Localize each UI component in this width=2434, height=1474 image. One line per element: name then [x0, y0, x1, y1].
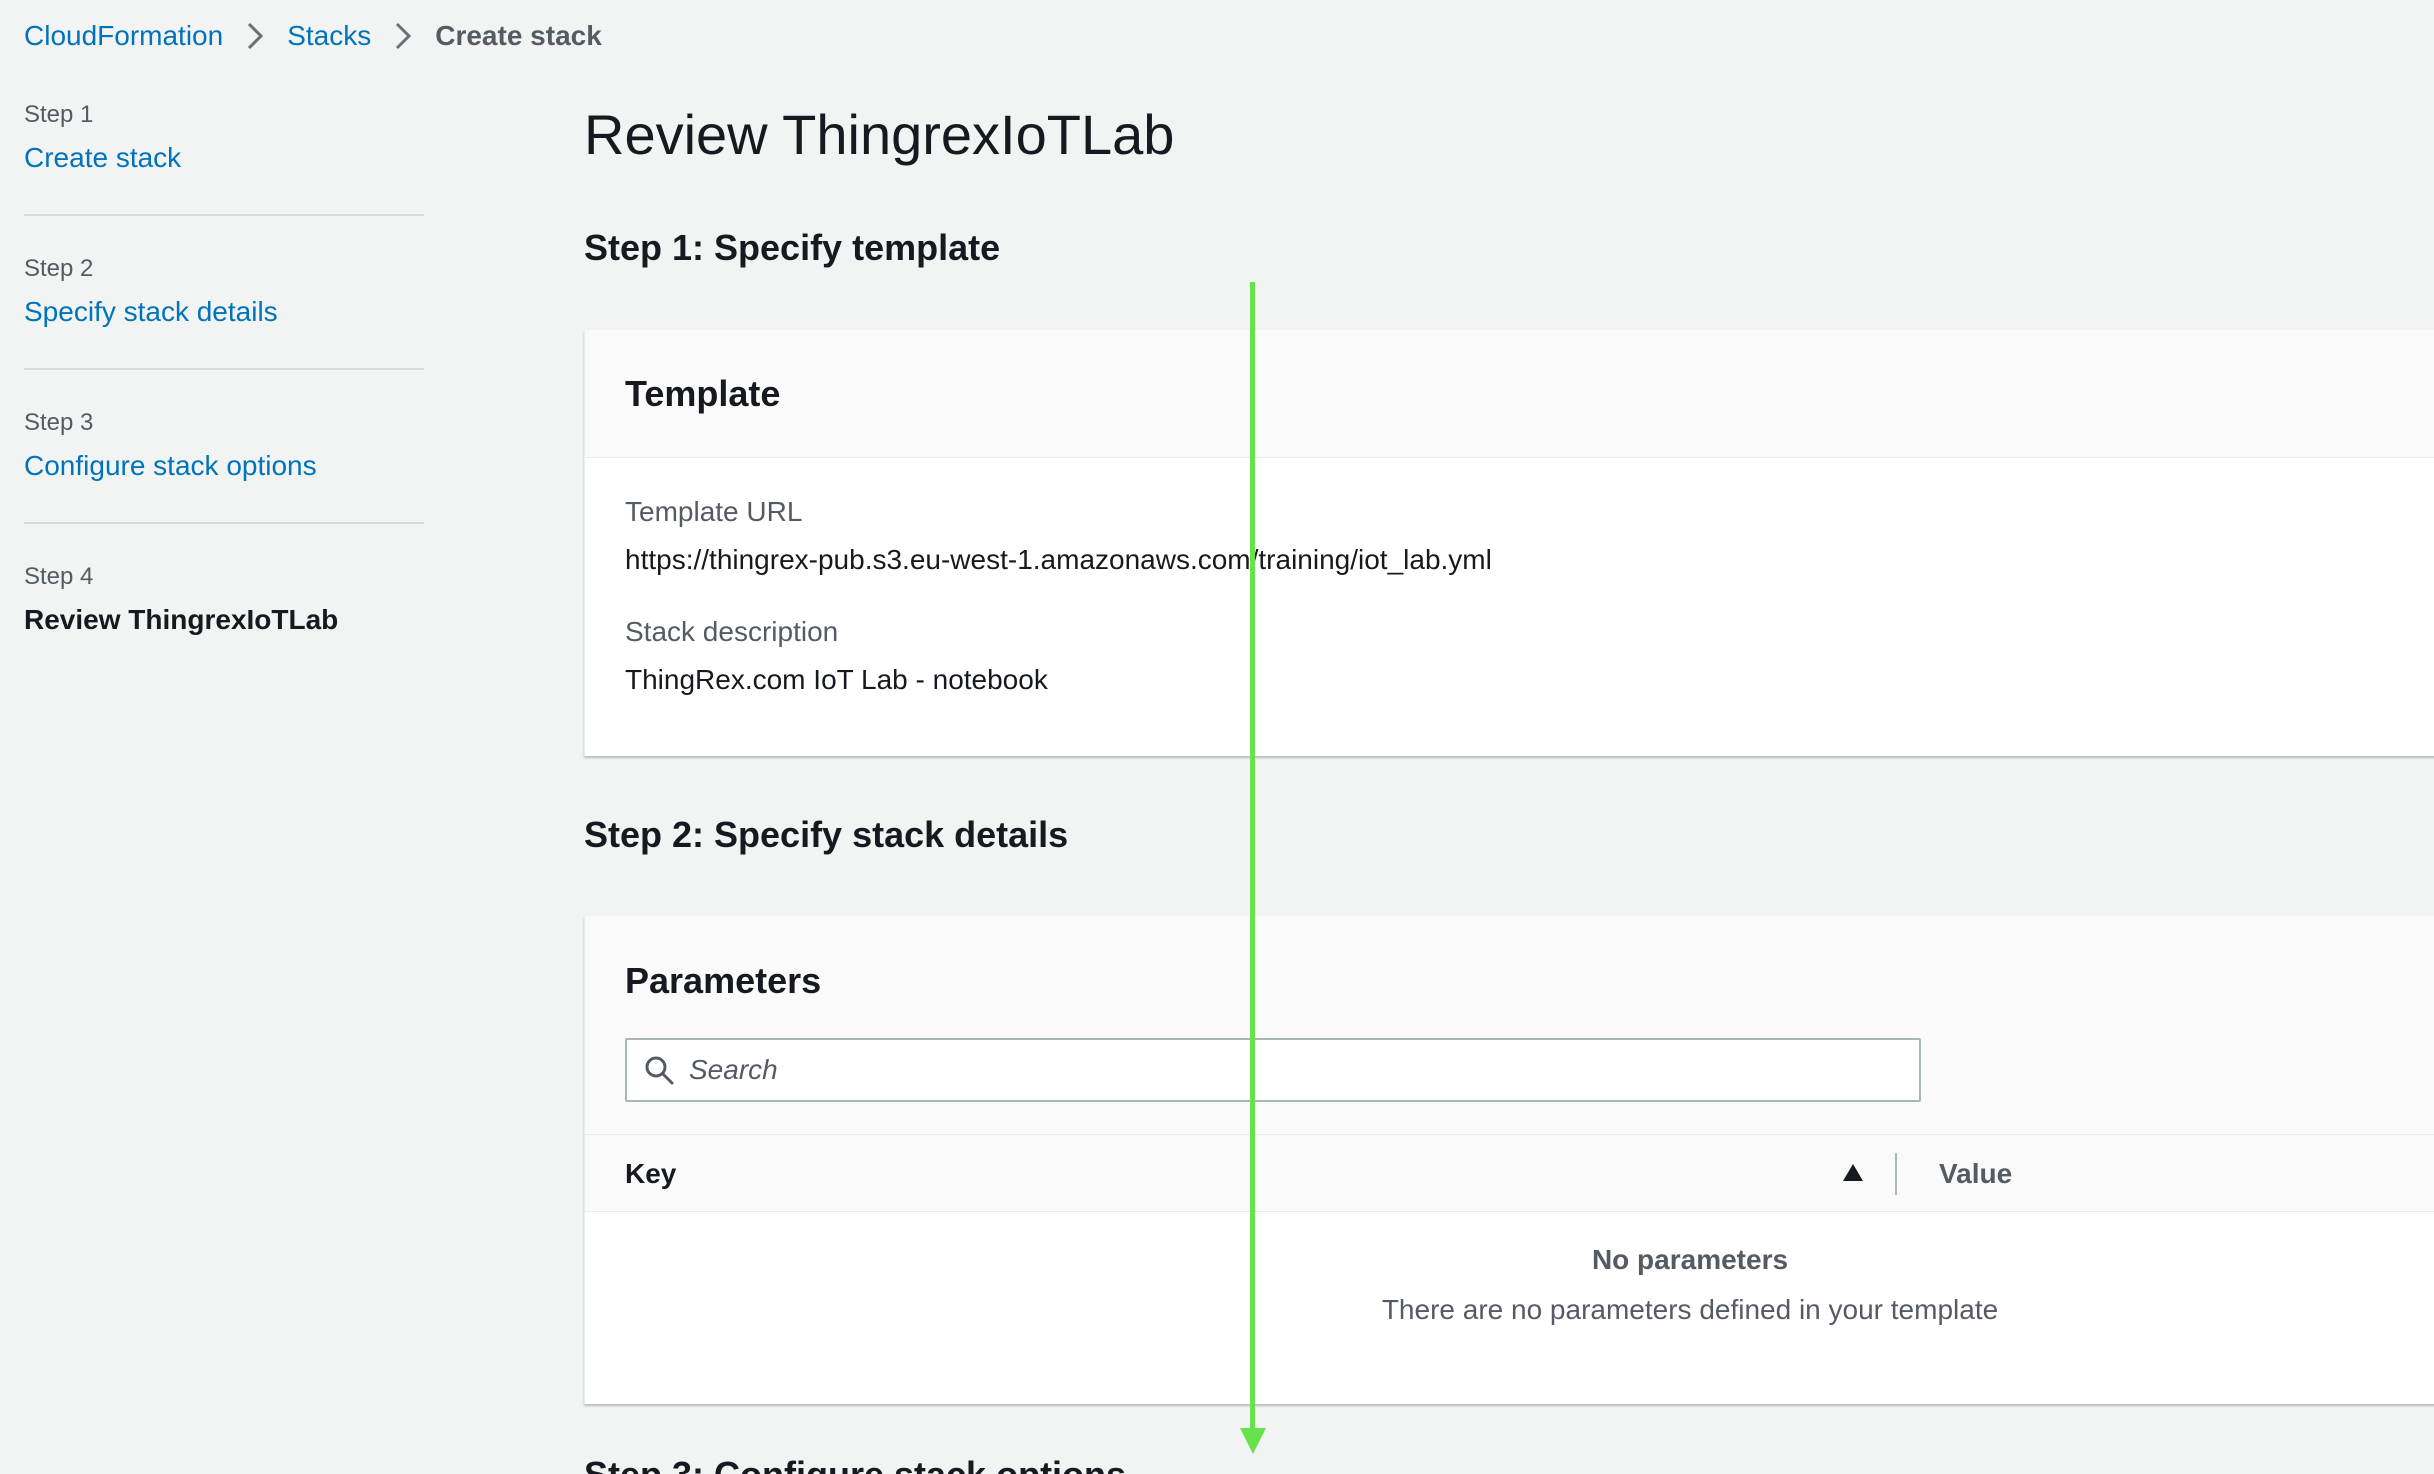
empty-state-message: There are no parameters defined in your …: [1381, 1294, 1999, 1325]
parameters-title: Parameters: [625, 960, 822, 1001]
annotation-arrow-line: [1250, 282, 1255, 1430]
template-url-value: https://thingrex-pub.s3.eu-west-1.amazon…: [625, 544, 1492, 575]
search-icon: [645, 1056, 674, 1085]
wizard-steps-nav: Step 1 Create stack Step 2 Specify stack…: [24, 100, 424, 642]
breadcrumb-cloudformation[interactable]: CloudFormation: [24, 20, 223, 52]
column-header-value[interactable]: Value: [1939, 1135, 2012, 1213]
stack-description-value: ThingRex.com IoT Lab - notebook: [625, 664, 1048, 695]
step2-heading: Step 2: Specify stack details: [584, 814, 1069, 855]
step-label: Step 2: [24, 255, 94, 282]
parameters-table-header: Key Value: [585, 1134, 2434, 1212]
page-title: Review ThingrexIoTLab: [584, 103, 1175, 166]
parameters-container: Parameters Key Value No paramet: [584, 916, 2434, 1404]
step-label: Step 4: [24, 563, 94, 590]
chevron-right-icon: [371, 18, 435, 54]
step-divider: [24, 368, 424, 370]
parameters-search: [625, 1038, 1921, 1102]
breadcrumb-stacks[interactable]: Stacks: [287, 20, 371, 52]
wizard-step-3: Step 3 Configure stack options: [24, 408, 424, 488]
step-divider: [24, 522, 424, 524]
wizard-step-1: Step 1 Create stack: [24, 100, 424, 180]
template-container: Template Template URL https://thingrex-p…: [584, 330, 2434, 756]
step-divider: [24, 214, 424, 216]
template-container-header: Template: [585, 330, 2434, 458]
cloudformation-review-page: CloudFormation Stacks Create stack Step …: [0, 0, 2434, 1474]
column-divider: [1895, 1153, 1897, 1195]
parameters-container-header: Parameters: [585, 916, 2434, 1134]
empty-state-title: No parameters: [1591, 1244, 1789, 1275]
step-link-configure-stack-options[interactable]: Configure stack options: [24, 444, 424, 488]
step-label: Step 1: [24, 101, 94, 128]
breadcrumb-current: Create stack: [435, 20, 602, 51]
step-current-review: Review ThingrexIoTLab: [24, 604, 339, 635]
column-header-key[interactable]: Key: [625, 1135, 676, 1213]
step1-heading: Step 1: Specify template: [584, 227, 1001, 268]
template-title: Template: [625, 372, 781, 414]
sort-ascending-icon[interactable]: [1841, 1161, 1865, 1185]
search-input[interactable]: [689, 1054, 1889, 1086]
step-label: Step 3: [24, 409, 94, 436]
breadcrumb: CloudFormation Stacks Create stack: [24, 18, 602, 54]
wizard-step-4: Step 4 Review ThingrexIoTLab: [24, 562, 424, 642]
template-details: Template URL https://thingrex-pub.s3.eu-…: [585, 458, 2434, 698]
step-link-specify-stack-details[interactable]: Specify stack details: [24, 290, 424, 334]
template-url-label: Template URL: [625, 496, 803, 527]
wizard-step-2: Step 2 Specify stack details: [24, 254, 424, 334]
stack-description-label: Stack description: [625, 616, 839, 647]
step-link-create-stack[interactable]: Create stack: [24, 136, 424, 180]
chevron-right-icon: [223, 18, 287, 54]
annotation-arrow-head: [1240, 1428, 1266, 1454]
step3-heading: Step 3: Configure stack options: [584, 1452, 1126, 1474]
